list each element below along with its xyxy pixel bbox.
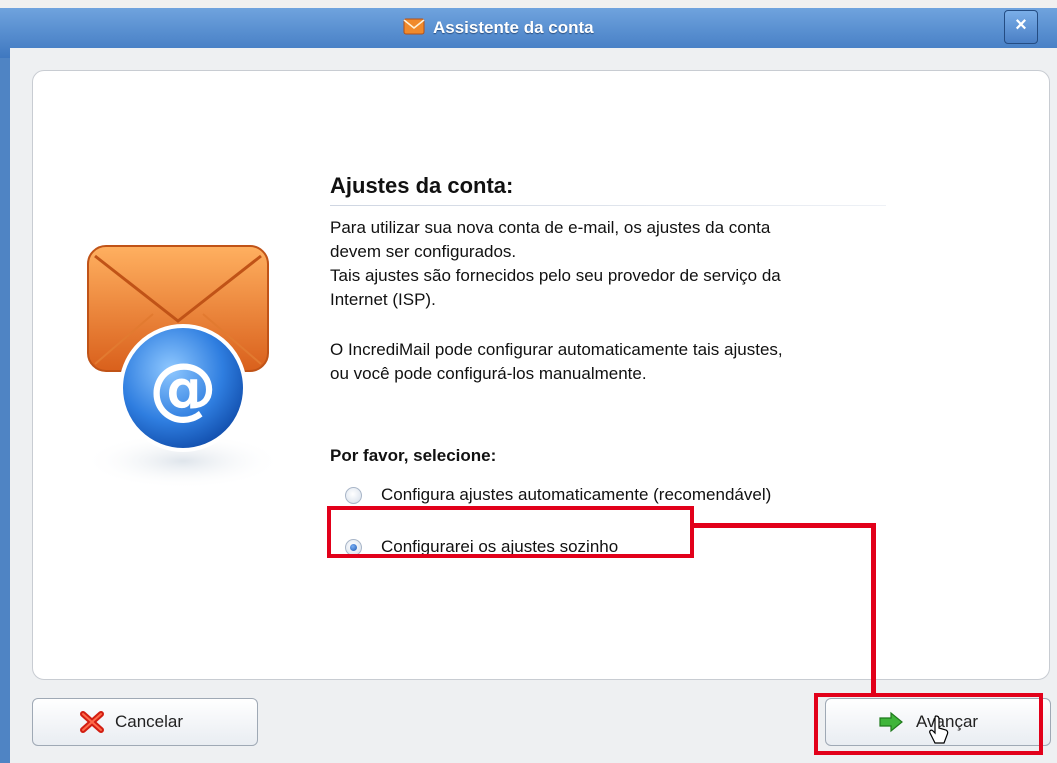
email-at-envelope-icon: @ [83, 245, 283, 489]
highlight-connector-vertical [871, 523, 876, 697]
intro-line: Internet (ISP). [330, 290, 436, 309]
dialog-title: Assistente da conta [433, 18, 594, 37]
intro-text: Para utilizar sua nova conta de e-mail, … [330, 216, 900, 312]
heading-divider [330, 205, 886, 206]
radio-auto-config[interactable] [345, 487, 362, 504]
dialog-body: @ Ajustes da conta: Para utilizar sua no… [10, 48, 1057, 763]
mouse-cursor-icon [929, 715, 949, 744]
account-wizard-dialog: Assistente da conta × @ Ajustes da conta… [0, 8, 1057, 763]
selection-prompt: Por favor, selecione: [330, 446, 497, 465]
auto-config-line: ou você pode configurá-los manualmente. [330, 364, 647, 383]
close-icon: × [1015, 14, 1027, 36]
auto-config-text: O IncrediMail pode configurar automatica… [330, 338, 900, 386]
cancel-button-label: Cancelar [115, 712, 184, 731]
content-panel: @ Ajustes da conta: Para utilizar sua no… [32, 70, 1050, 680]
background-menubar [0, 0, 1057, 8]
cancel-button[interactable]: Cancelar [32, 698, 258, 746]
red-x-icon [80, 711, 104, 733]
highlight-connector-horizontal [694, 523, 876, 528]
radio-auto-config-label[interactable]: Configura ajustes automaticamente (recom… [381, 485, 771, 505]
page-heading: Ajustes da conta: [330, 173, 514, 198]
highlight-manual-option [327, 506, 694, 558]
intro-line: Para utilizar sua nova conta de e-mail, … [330, 218, 771, 237]
auto-config-line: O IncrediMail pode configurar automatica… [330, 340, 783, 359]
svg-text:@: @ [149, 349, 217, 428]
intro-line: Tais ajustes são fornecidos pelo seu pro… [330, 266, 781, 285]
envelope-icon [403, 18, 425, 35]
intro-line: devem ser configurados. [330, 242, 517, 261]
close-button[interactable]: × [1004, 10, 1038, 44]
